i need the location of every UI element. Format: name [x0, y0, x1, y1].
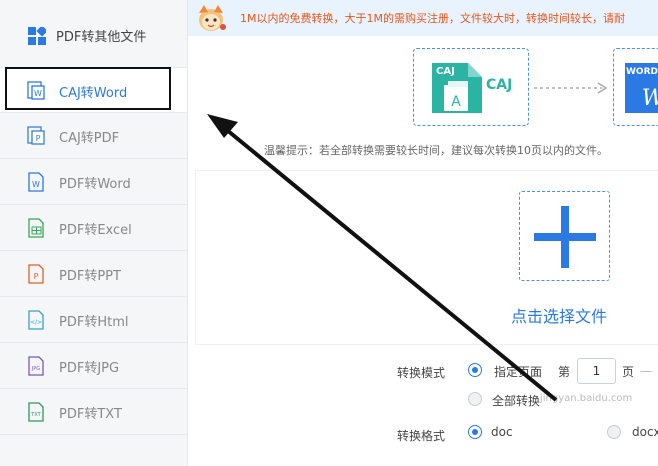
annotation-arrow	[207, 114, 558, 402]
